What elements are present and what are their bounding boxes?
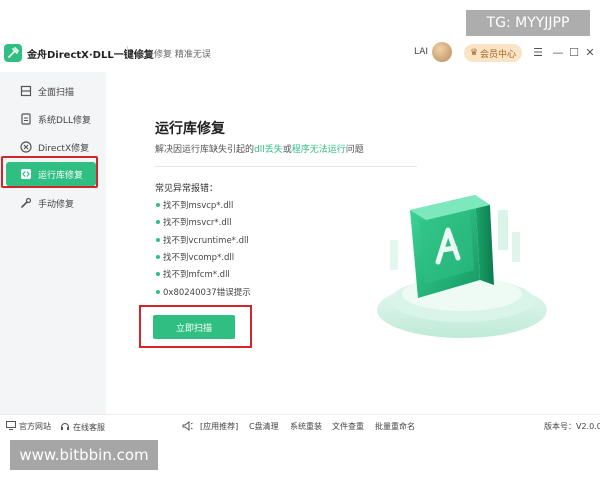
headset-icon [60,421,70,433]
sidebar-item-label: 手动修复 [38,199,75,210]
user-name: LAI [414,47,429,57]
error-text: 找不到vcruntime*.dll [163,236,249,246]
vip-center-button[interactable]: ♛ 会员中心 [464,44,522,62]
error-text: 找不到vcomp*.dll [163,253,235,263]
list-item: 0x80240037错误提示 [156,286,251,298]
page-description: 解决因运行库缺失引起的dll丢失或程序无法运行问题 [155,142,364,155]
sidebar-item-label: 系统DLL修复 [38,115,91,126]
list-item: 找不到vcomp*.dll [156,251,234,263]
footer-link-batch-rename[interactable]: 批量重命名 [375,421,415,432]
title-divider [127,46,128,58]
maximize-button[interactable]: ☐ [567,44,581,60]
online-service-link[interactable]: 在线客服 [60,421,105,433]
monitor-icon [6,421,16,432]
error-text: 找不到mfcm*.dll [163,270,230,280]
runtime-illustration-icon [377,195,547,338]
page-title: 运行库修复 [155,121,225,137]
dll-icon [20,113,32,125]
vip-center-label: 会员中心 [480,49,517,60]
list-item: 找不到msvcr*.dll [156,216,231,228]
footer-link-file-dedupe[interactable]: 文件查重 [332,421,364,432]
footer-link-c-drive-clean[interactable]: C盘清理 [249,421,279,432]
megaphone-icon [182,421,193,431]
minimize-button[interactable]: — [551,44,565,60]
menu-icon[interactable]: ☰ [531,44,545,60]
app-slogan: 金舟修复 精准无误 [136,50,211,60]
app-title: 金舟DirectX·DLL一键修复 [27,50,154,61]
app-recommend-label: [应用推荐] [200,422,239,431]
official-website-label: 官方网站 [19,422,51,431]
wrench-icon [20,197,32,209]
sidebar-item-full-scan[interactable]: 全面扫描 [6,79,96,103]
app-logo-icon [4,44,22,62]
bullet-icon [156,255,160,259]
bullet-icon [156,272,160,276]
sidebar-item-label: 全面扫描 [38,87,75,98]
list-item: 找不到msvcp*.dll [156,199,233,211]
sidebar-item-manual-repair[interactable]: 手动修复 [6,191,96,215]
desc-prefix: 解决因运行库缺失引起的 [155,145,255,155]
directx-icon [20,141,32,153]
footer-link-system-reinstall[interactable]: 系统重装 [290,421,322,432]
avatar[interactable] [432,42,452,62]
close-button[interactable]: ✕ [583,44,597,60]
desc-suffix: 问题 [345,145,364,155]
desc-mid: 或 [282,145,292,155]
content-divider [155,166,417,167]
list-item: 找不到vcruntime*.dll [156,234,249,246]
watermark-bottom: www.bitbbin.com [10,440,158,470]
sidebar-highlight-box [1,156,98,188]
bullet-icon [156,203,160,207]
error-text: 找不到msvcr*.dll [163,218,232,228]
watermark-top: TG: MYYJJPP [466,10,590,36]
sidebar-item-label: DirectX修复 [38,143,90,154]
vip-icon: ♛ [469,48,479,58]
error-text: 找不到msvcp*.dll [163,201,234,211]
list-item: 找不到mfcm*.dll [156,268,230,280]
bullet-icon [156,220,160,224]
online-service-label: 在线客服 [73,422,105,432]
scan-icon [20,85,32,97]
bullet-icon [156,290,160,294]
sidebar-item-system-dll[interactable]: 系统DLL修复 [6,107,96,131]
desc-highlight-dll: dll丢失 [254,145,283,155]
official-website-link[interactable]: 官方网站 [6,421,51,432]
error-text: 0x80240037错误提示 [163,288,251,298]
version-label: 版本号：V2.0.0 [544,422,600,431]
desc-highlight-program: 程序无法运行 [291,145,346,155]
scan-now-button[interactable]: 立即扫描 [153,315,235,339]
common-errors-label: 常见异常报错： [155,184,219,194]
bullet-icon [156,238,160,242]
